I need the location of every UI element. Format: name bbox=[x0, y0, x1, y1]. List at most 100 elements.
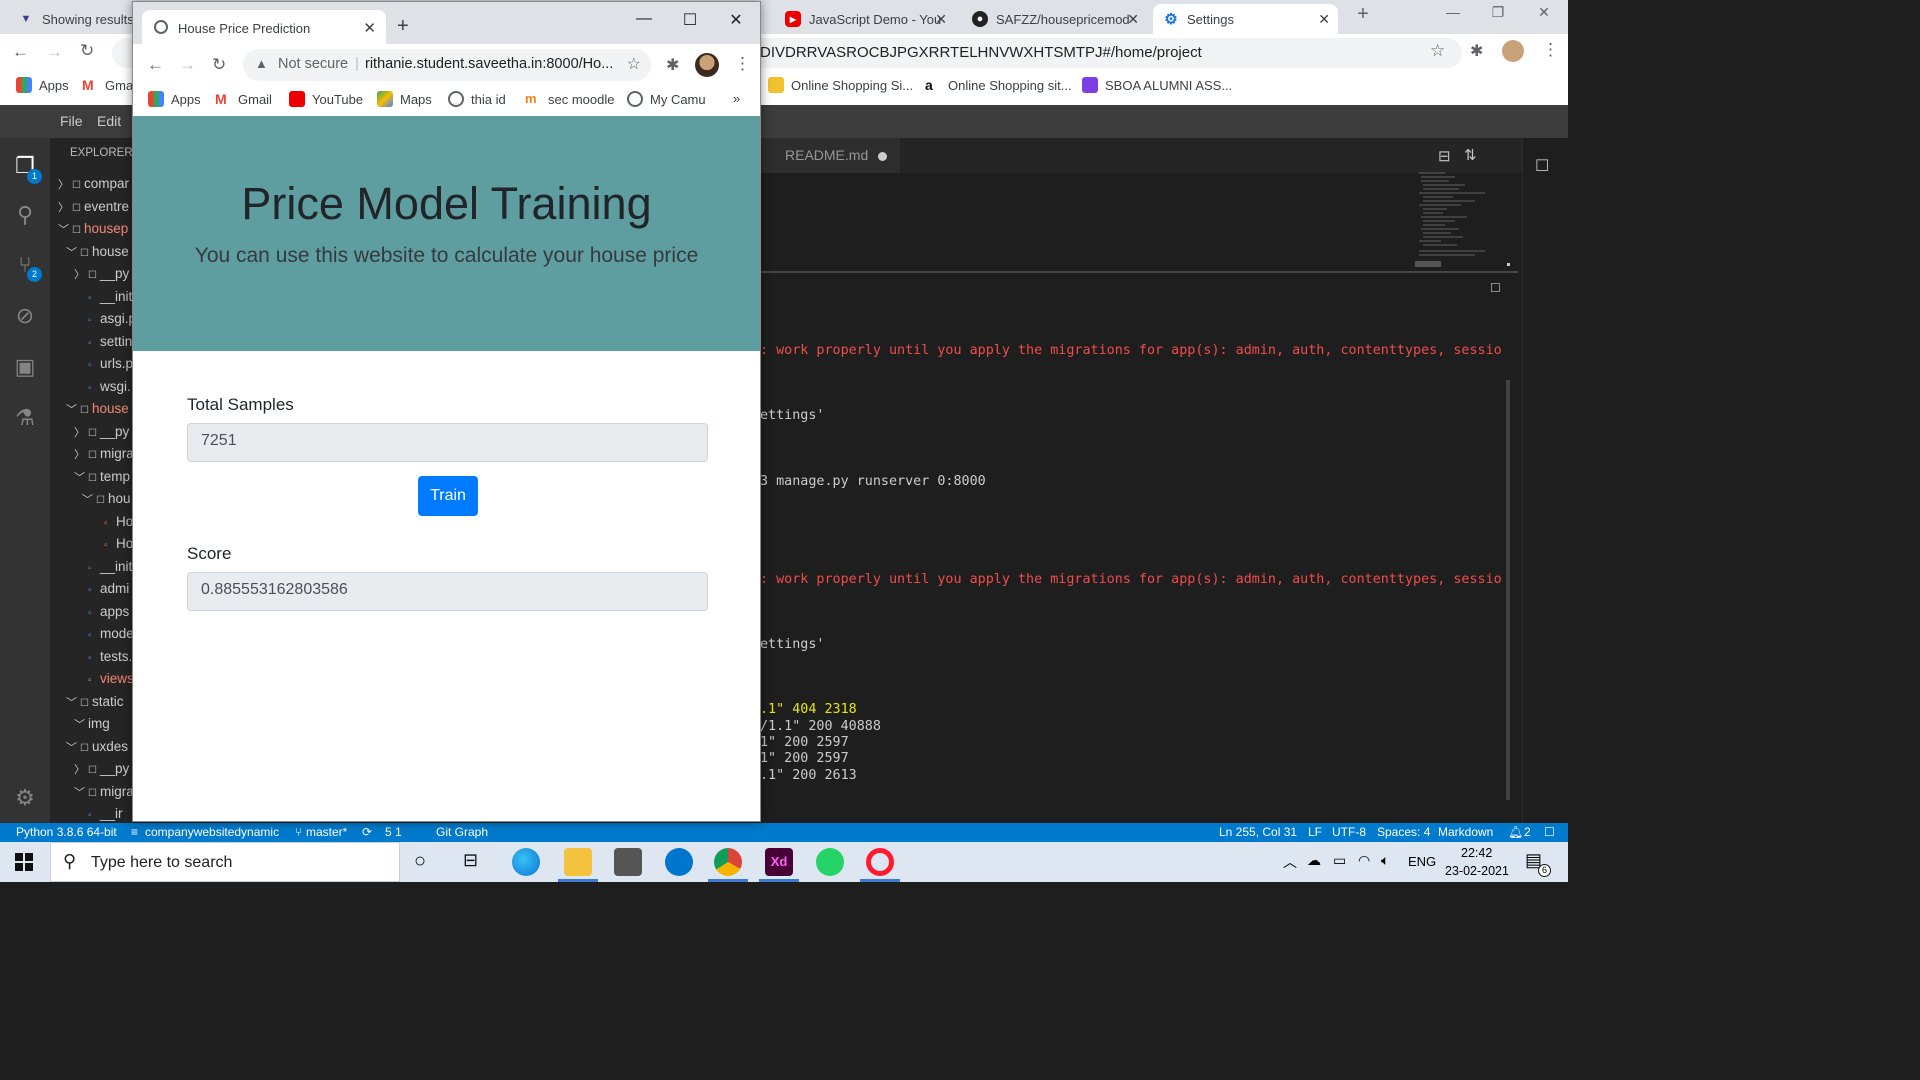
tab-house-price-prediction[interactable]: House Price Prediction ✕ bbox=[142, 10, 386, 44]
tree-item[interactable]: 〉 ☐ __py bbox=[74, 421, 129, 443]
close-window-icon[interactable]: ✕ bbox=[1521, 4, 1567, 21]
tree-item[interactable]: ﹀ ☐ static bbox=[66, 691, 124, 713]
terminal-panel[interactable]: : work properly until you apply the migr… bbox=[760, 283, 1508, 823]
tree-item[interactable]: ▫ admi bbox=[88, 578, 129, 600]
encoding[interactable]: UTF-8 bbox=[1332, 825, 1366, 839]
tab-readme[interactable]: README.md bbox=[760, 138, 900, 173]
menu-kebab-icon[interactable]: ⋮ bbox=[734, 54, 751, 74]
tree-item[interactable]: ▫ __init bbox=[88, 556, 132, 578]
git-graph[interactable]: Git Graph bbox=[436, 825, 488, 839]
tree-item[interactable]: ﹀ img bbox=[74, 713, 110, 735]
bookmark-star-icon[interactable]: ☆ bbox=[627, 54, 641, 74]
tree-item[interactable]: ▫ Ho bbox=[104, 533, 132, 555]
panel-toggle-icon[interactable]: ☐ bbox=[1535, 156, 1549, 176]
new-tab-icon[interactable]: + bbox=[397, 15, 409, 38]
cursor-position[interactable]: Ln 255, Col 31 bbox=[1219, 825, 1297, 839]
close-tab-icon[interactable]: ✕ bbox=[935, 11, 947, 28]
bookmark-youtube[interactable]: YouTube bbox=[289, 91, 363, 107]
new-tab-icon[interactable]: + bbox=[1340, 3, 1386, 26]
forward-arrow-icon[interactable]: → bbox=[179, 55, 196, 75]
tree-item[interactable]: ▫ views bbox=[88, 668, 132, 690]
indentation[interactable]: Spaces: 4 bbox=[1377, 825, 1430, 839]
language-mode[interactable]: Markdown bbox=[1438, 825, 1493, 839]
dell-icon[interactable] bbox=[665, 848, 693, 876]
reload-icon[interactable]: ↻ bbox=[212, 55, 226, 75]
volume-icon[interactable]: 🔈︎ bbox=[1381, 852, 1389, 869]
taskbar-search[interactable]: ⚲ Type here to search bbox=[50, 842, 400, 882]
address-bar[interactable]: ▲ Not secure | rithanie.student.saveetha… bbox=[243, 49, 651, 81]
input-language[interactable]: ENG bbox=[1408, 854, 1436, 869]
samples-field[interactable]: 7251 bbox=[187, 423, 708, 462]
file-explorer-icon[interactable] bbox=[564, 848, 592, 876]
tray-chevron-up-icon[interactable]: ︿ bbox=[1283, 852, 1297, 872]
clock-time[interactable]: 22:42 bbox=[1461, 846, 1492, 860]
tree-item[interactable]: 〉 ☐ eventre bbox=[58, 196, 129, 218]
gear-icon[interactable]: ⚙ bbox=[10, 783, 40, 813]
edge-icon[interactable] bbox=[512, 848, 540, 876]
tree-item[interactable]: 〉 ☐ __py bbox=[74, 263, 129, 285]
minimize-icon[interactable]: — bbox=[1430, 4, 1476, 20]
task-view-icon[interactable]: ⊟ bbox=[463, 850, 478, 871]
bookmarks-overflow[interactable]: » bbox=[733, 91, 740, 106]
tree-item[interactable]: ▫ tests. bbox=[88, 646, 132, 668]
score-field[interactable]: 0.885553162803586 bbox=[187, 572, 708, 611]
git-branch[interactable]: master* bbox=[306, 825, 347, 839]
restore-icon[interactable]: ❐ bbox=[1475, 4, 1521, 21]
battery-icon[interactable]: ▭ bbox=[1333, 852, 1346, 869]
tab-javascript-demo[interactable]: ▶ JavaScript Demo - You ✕ bbox=[775, 4, 955, 34]
forward-arrow-icon[interactable]: → bbox=[46, 42, 63, 62]
close-tab-icon[interactable]: ✕ bbox=[363, 19, 376, 37]
extensions-icon[interactable]: ▣ bbox=[10, 352, 40, 382]
adobe-xd-icon[interactable]: Xd bbox=[765, 848, 793, 876]
clock-date[interactable]: 23-02-2021 bbox=[1445, 864, 1509, 878]
train-button[interactable]: Train bbox=[418, 476, 478, 516]
tree-item[interactable]: ﹀ ☐ migra bbox=[74, 781, 132, 803]
extensions-icon[interactable]: ✱ bbox=[666, 55, 679, 75]
eol[interactable]: LF bbox=[1308, 825, 1322, 839]
tree-item[interactable]: ﹀ ☐ house bbox=[66, 398, 129, 420]
wifi-icon[interactable]: ◠ bbox=[1358, 852, 1370, 869]
bookmark-gmail[interactable]: M Gma bbox=[82, 77, 133, 93]
bookmark-sec-moodle[interactable]: m sec moodle bbox=[525, 91, 614, 107]
flask-icon[interactable]: ⚗ bbox=[10, 403, 40, 433]
tree-item[interactable]: 〉 ☐ compar bbox=[58, 173, 129, 195]
tree-item[interactable]: ▫ apps bbox=[88, 601, 129, 623]
opera-icon[interactable] bbox=[866, 848, 894, 876]
whatsapp-icon[interactable] bbox=[816, 848, 844, 876]
bookmark-apps[interactable]: Apps bbox=[148, 91, 201, 107]
bookmark-online-shopping-1[interactable]: Online Shopping Si... bbox=[768, 77, 913, 93]
tree-item[interactable]: ▫ __ir bbox=[88, 803, 123, 823]
onedrive-icon[interactable]: ☁ bbox=[1307, 852, 1321, 869]
compare-changes-icon[interactable]: ⇅ bbox=[1464, 146, 1477, 164]
chrome-icon[interactable] bbox=[714, 848, 742, 876]
tree-item[interactable]: 〉 ☐ __py bbox=[74, 758, 129, 780]
open-preview-icon[interactable]: ⊟ bbox=[1438, 147, 1451, 165]
tree-item[interactable]: ▫ wsgi. bbox=[88, 376, 131, 398]
back-arrow-icon[interactable]: ← bbox=[12, 42, 29, 62]
tree-item[interactable]: ▫ mode bbox=[88, 623, 132, 645]
avatar[interactable] bbox=[695, 53, 719, 77]
tree-item[interactable]: 〉 ☐ migra bbox=[74, 443, 132, 465]
bookmark-gmail[interactable]: M Gmail bbox=[215, 91, 272, 107]
terminal-scrollbar[interactable] bbox=[1506, 380, 1510, 800]
tree-item[interactable]: ▫ urls.p bbox=[88, 353, 132, 375]
tab-showing-results[interactable]: ▼ Showing results bbox=[8, 4, 138, 34]
minimize-icon[interactable]: — bbox=[624, 10, 664, 28]
close-window-icon[interactable]: ✕ bbox=[716, 10, 756, 30]
bookmark-online-shopping-2[interactable]: a Online Shopping sit... bbox=[925, 77, 1072, 93]
python-interpreter[interactable]: Python 3.8.6 64-bit bbox=[16, 825, 117, 839]
bookmark-sboa-alumni[interactable]: SBOA ALUMNI ASS... bbox=[1082, 77, 1232, 93]
tree-item[interactable]: ﹀ ☐ hou bbox=[82, 488, 131, 510]
close-tab-icon[interactable]: ✕ bbox=[1127, 11, 1139, 28]
search-icon[interactable]: ⚲ bbox=[10, 200, 40, 230]
feedback-icon[interactable]: ☐ bbox=[1544, 825, 1555, 839]
maximize-icon[interactable]: ☐ bbox=[670, 10, 710, 30]
reload-icon[interactable]: ↻ bbox=[80, 41, 94, 61]
tree-item[interactable]: ▫ Ho bbox=[104, 511, 132, 533]
tree-item[interactable]: ﹀ ☐ temp bbox=[74, 466, 130, 488]
close-tab-icon[interactable]: ✕ bbox=[1318, 11, 1330, 28]
extensions-icon[interactable]: ✱ bbox=[1470, 41, 1483, 61]
cortana-icon[interactable]: ○ bbox=[414, 850, 426, 873]
menu-edit[interactable]: Edit bbox=[97, 113, 121, 129]
menu-kebab-icon[interactable]: ⋮ bbox=[1542, 40, 1559, 60]
